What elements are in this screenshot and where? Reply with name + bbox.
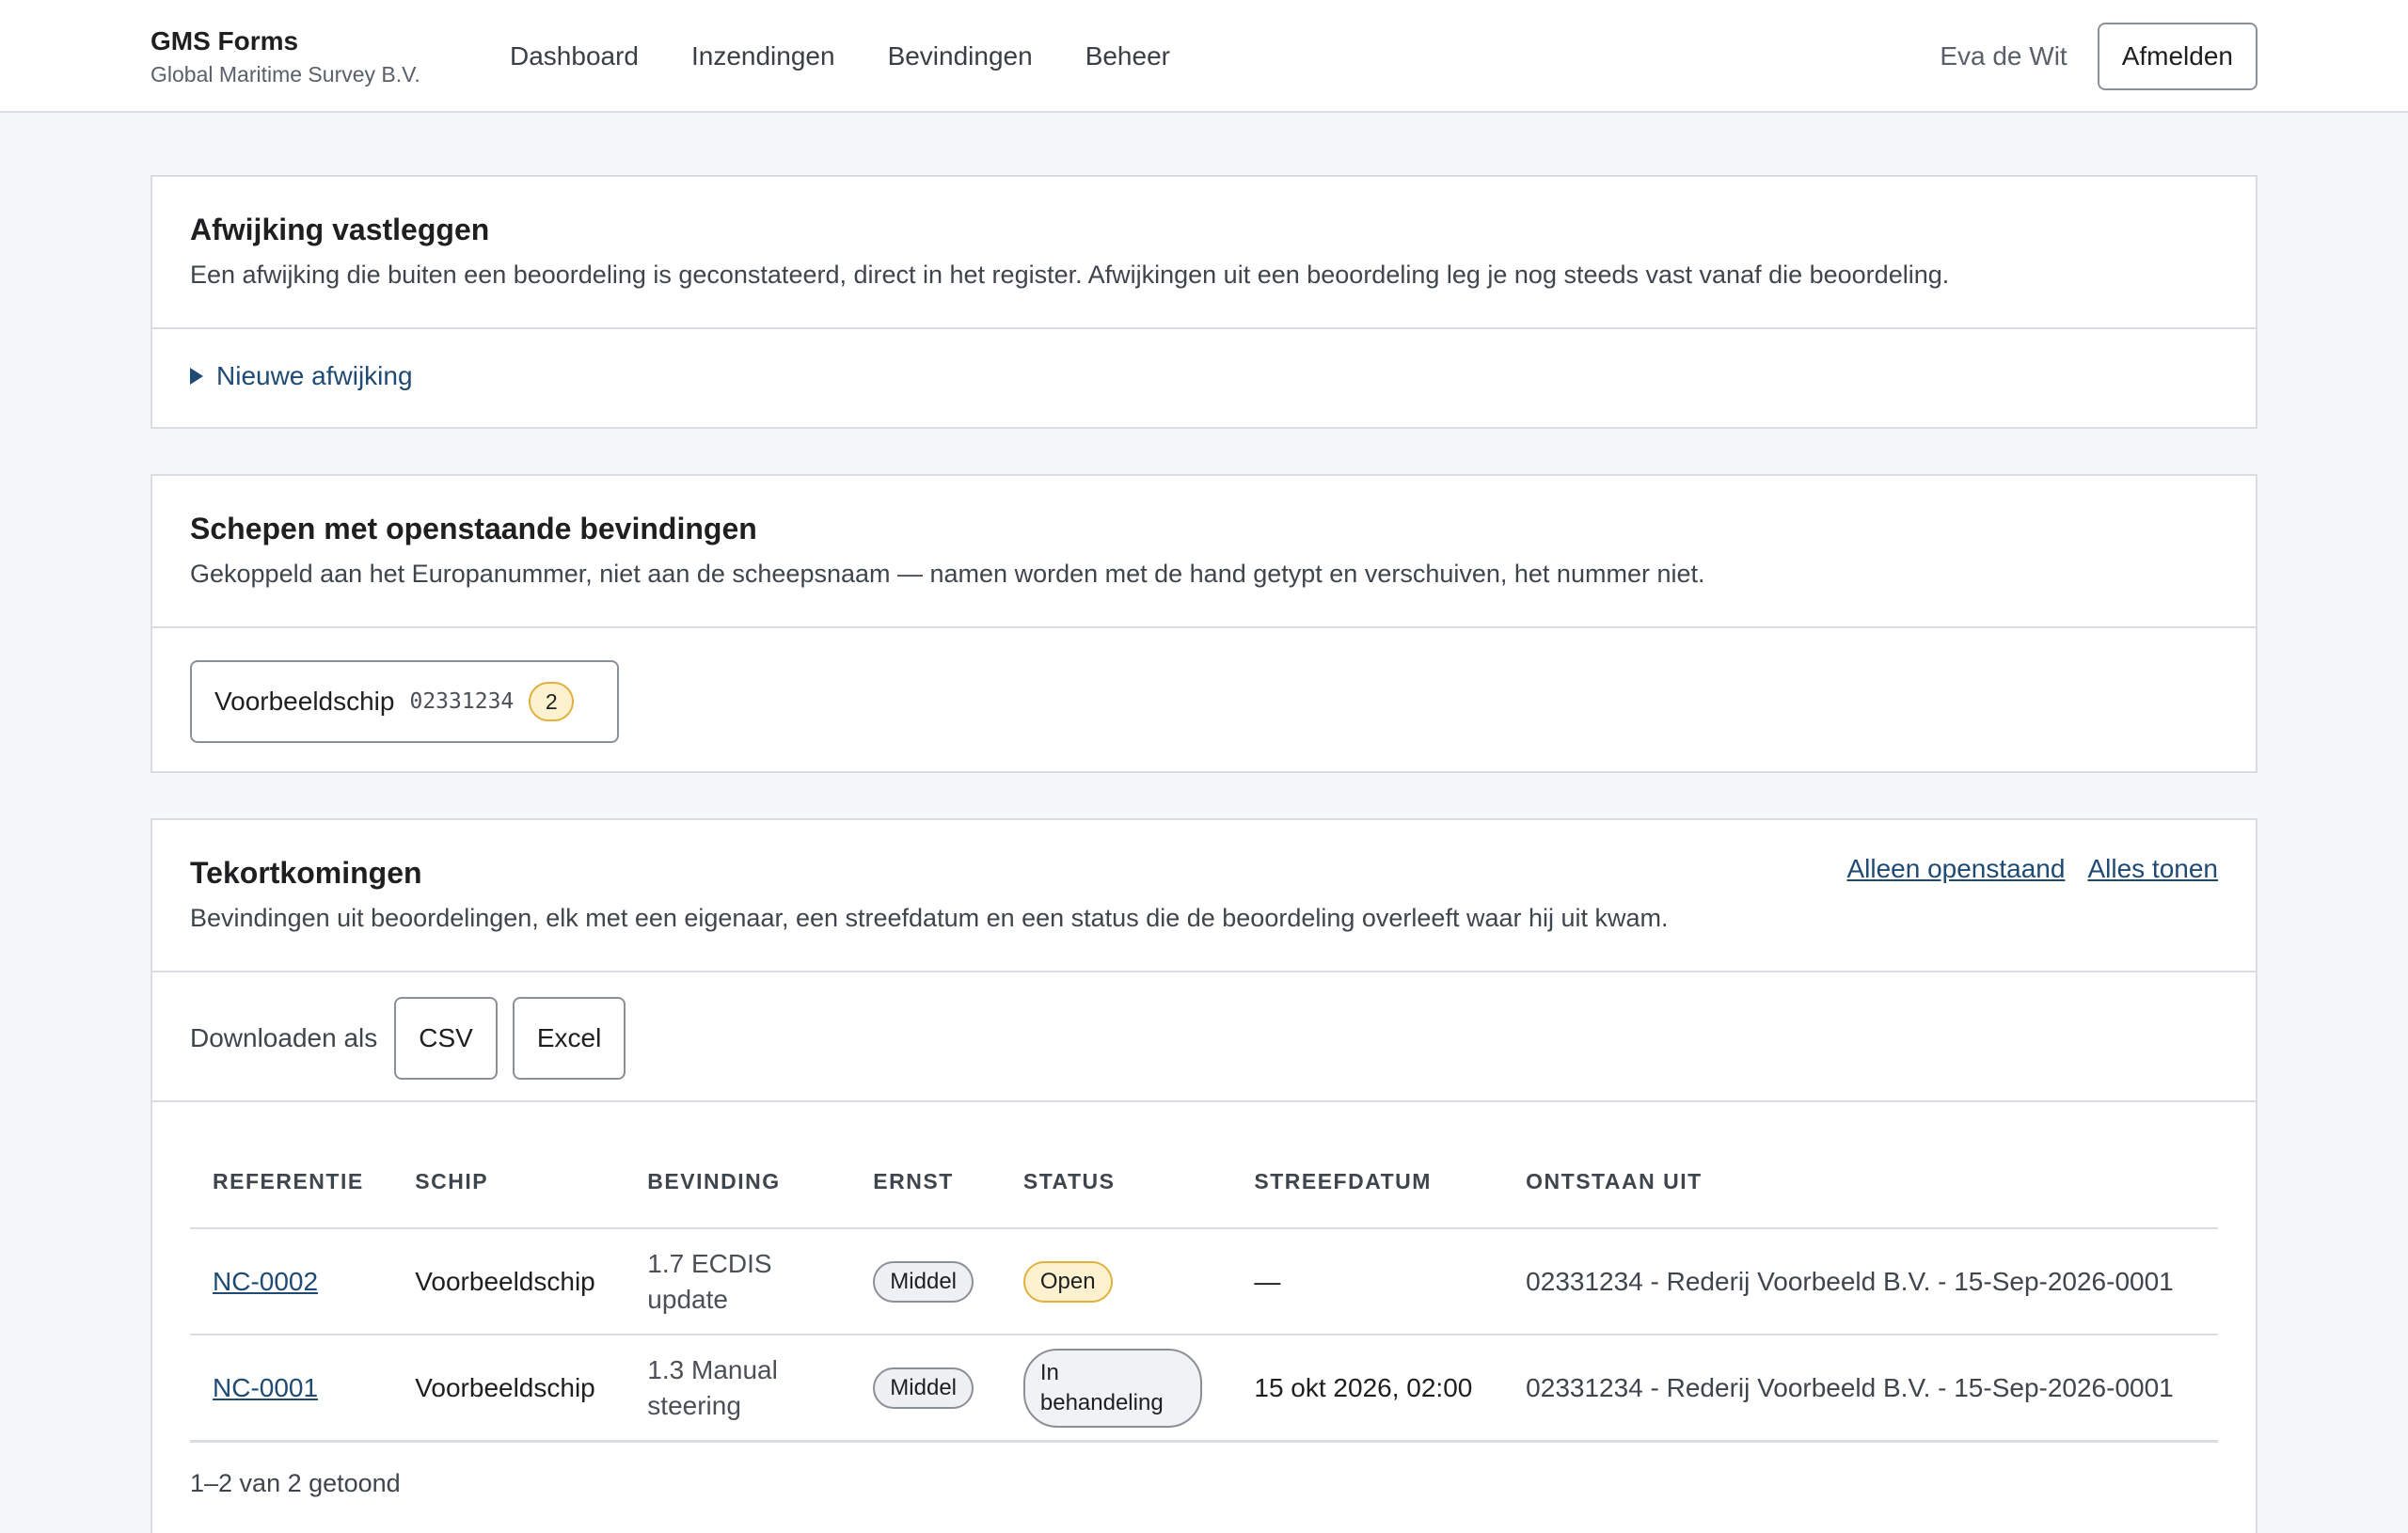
table-header-row: REFERENTIE SCHIP BEVINDING ERNST STATUS … — [190, 1136, 2218, 1229]
col-due-date[interactable]: STREEFDATUM — [1231, 1136, 1504, 1229]
card-header: Schepen met openstaande bevindingen Geko… — [152, 476, 2256, 591]
status-badge: Open — [1022, 1260, 1113, 1303]
brand[interactable]: GMS Forms Global Maritime Survey B.V. — [150, 24, 420, 88]
reference-link[interactable]: NC-0002 — [213, 1267, 318, 1296]
filter-open-only-link[interactable]: Alleen openstaand — [1846, 854, 2065, 884]
divider — [152, 971, 2256, 972]
reference-cell: NC-0001 — [190, 1335, 393, 1442]
nav-submissions[interactable]: Inzendingen — [691, 41, 835, 71]
open-count-badge: 2 — [529, 682, 575, 721]
deficiencies-table: REFERENTIE SCHIP BEVINDING ERNST STATUS … — [190, 1136, 2218, 1442]
divider — [152, 626, 2256, 628]
status-cell: In behandeling — [1000, 1335, 1232, 1442]
card-title: Schepen met openstaande bevindingen — [190, 512, 757, 545]
divider — [152, 327, 2256, 329]
table-row: NC-0002 Voorbeeldschip 1.7 ECDIS update … — [190, 1228, 2218, 1335]
card-description: Een afwijking die buiten een beoordeling… — [190, 261, 1950, 289]
record-deviation-card: Afwijking vastleggen Een afwijking die b… — [150, 175, 2258, 429]
nav-dashboard[interactable]: Dashboard — [510, 41, 639, 71]
severity-badge: Middel — [873, 1260, 974, 1303]
logout-button[interactable]: Afmelden — [2097, 23, 2258, 90]
new-deviation-toggle[interactable]: Nieuwe afwijking — [190, 361, 413, 391]
origin-cell: 02331234 - Rederij Voorbeeld B.V. - 15-S… — [1503, 1335, 2218, 1442]
divider — [152, 1100, 2256, 1102]
download-label: Downloaden als — [190, 1023, 378, 1052]
download-excel-button[interactable]: Excel — [512, 997, 626, 1080]
new-deviation-label: Nieuwe afwijking — [216, 361, 413, 390]
card-title: Afwijking vastleggen — [190, 213, 490, 246]
col-severity[interactable]: ERNST — [850, 1136, 1001, 1229]
org-name: Global Maritime Survey B.V. — [150, 62, 420, 87]
nav-findings[interactable]: Bevindingen — [888, 41, 1033, 71]
card-header: Afwijking vastleggen Een afwijking die b… — [152, 177, 2256, 292]
ship-name: Voorbeeldschip — [214, 687, 395, 716]
open-ships-card: Schepen met openstaande bevindingen Geko… — [150, 474, 2258, 773]
reference-cell: NC-0002 — [190, 1228, 393, 1335]
card-description: Gekoppeld aan het Europanummer, niet aan… — [190, 560, 1705, 588]
ship-chip[interactable]: Voorbeeldschip 02331234 2 — [190, 660, 619, 743]
status-badge: In behandeling — [1022, 1348, 1202, 1428]
main-nav: Dashboard Inzendingen Bevindingen Beheer — [510, 0, 1170, 113]
reference-link[interactable]: NC-0001 — [213, 1373, 318, 1402]
col-ship[interactable]: SCHIP — [392, 1136, 626, 1229]
download-row: Downloaden als CSV Excel — [190, 997, 626, 1080]
result-count: 1–2 van 2 getoond — [190, 1469, 401, 1497]
card-description: Bevindingen uit beoordelingen, elk met e… — [190, 904, 1669, 932]
download-csv-button[interactable]: CSV — [394, 997, 498, 1080]
ship-number: 02331234 — [409, 689, 515, 714]
table-row: NC-0001 Voorbeeldschip 1.3 Manual steeri… — [190, 1335, 2218, 1442]
col-finding[interactable]: BEVINDING — [625, 1136, 851, 1229]
user-name: Eva de Wit — [1940, 41, 2067, 71]
status-cell: Open — [1000, 1228, 1232, 1335]
disclosure-triangle-icon — [190, 368, 203, 385]
finding-cell: 1.3 Manual steering — [625, 1335, 851, 1442]
origin-cell: 02331234 - Rederij Voorbeeld B.V. - 15-S… — [1503, 1228, 2218, 1335]
col-reference[interactable]: REFERENTIE — [190, 1136, 393, 1229]
nav-admin[interactable]: Beheer — [1085, 41, 1170, 71]
col-status[interactable]: STATUS — [1000, 1136, 1232, 1229]
due-date-cell: 15 okt 2026, 02:00 — [1231, 1335, 1504, 1442]
user-area: Eva de Wit Afmelden — [1940, 23, 2258, 90]
finding-cell: 1.7 ECDIS update — [625, 1228, 851, 1335]
ship-cell: Voorbeeldschip — [392, 1335, 626, 1442]
severity-badge: Middel — [873, 1367, 974, 1409]
severity-cell: Middel — [850, 1228, 1001, 1335]
filter-show-all-link[interactable]: Alles tonen — [2087, 854, 2218, 884]
deficiencies-card: Tekortkomingen Bevindingen uit beoordeli… — [150, 818, 2258, 1533]
top-bar: GMS Forms Global Maritime Survey B.V. Da… — [0, 0, 2408, 113]
app-name: GMS Forms — [150, 26, 299, 55]
divider — [190, 1441, 2218, 1443]
ship-cell: Voorbeeldschip — [392, 1228, 626, 1335]
filter-links: Alleen openstaand Alles tonen — [1846, 854, 2218, 884]
col-origin[interactable]: ONTSTAAN UIT — [1503, 1136, 2218, 1229]
severity-cell: Middel — [850, 1335, 1001, 1442]
due-date-cell: — — [1231, 1228, 1504, 1335]
